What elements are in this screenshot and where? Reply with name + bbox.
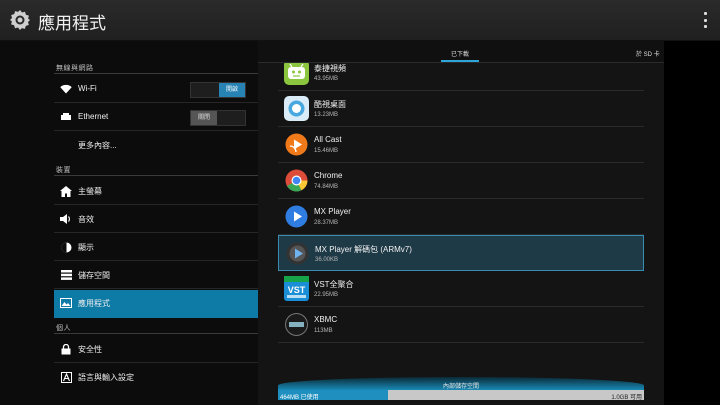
settings-gear-icon[interactable] [8,8,32,32]
sidebar-item-label: 應用程式 [78,299,110,308]
section-divider [54,333,258,334]
app-name: MX Player [314,207,351,216]
sidebar-item-more[interactable]: 更多內容... [54,132,258,159]
list-item[interactable]: XBMC 113MB [278,307,644,343]
lock-icon [60,343,72,355]
sidebar-item-ethernet[interactable]: Ethernet 關閉 [54,104,258,131]
sidebar-item-sound[interactable]: 音效 [54,206,258,233]
storage-icon [60,269,72,281]
app-name: All Cast [314,135,342,144]
tab-sd-card[interactable]: 於 SD 卡 [636,49,660,58]
list-item[interactable]: 酷視桌面 13.23MB [278,91,644,127]
wifi-toggle[interactable]: 開啟 [190,82,246,98]
sidebar-item-label: 安全性 [78,345,102,354]
storage-summary: 內部儲存空間 464MB 已使用 1.0GB 可用 [278,377,644,401]
settings-sidebar: 無線與網路 Wi-Fi 開啟 Ethernet 關閉 更多內容... 裝置 主螢… [0,41,258,405]
tab-strip: 已下載 於 SD 卡 [258,41,664,63]
app-name: 泰捷視頻 [314,64,346,73]
list-item[interactable]: 泰捷視頻 43.95MB [278,63,644,91]
sidebar-item-label: 語言與輸入設定 [78,373,134,382]
mx-player-icon [284,204,309,229]
chrome-icon [284,168,309,193]
mx-codec-icon [285,241,310,266]
sidebar-item-home[interactable]: 主螢幕 [54,178,258,205]
sidebar-item-wifi[interactable]: Wi-Fi 開啟 [54,76,258,103]
app-name: 酷視桌面 [314,100,346,109]
app-list[interactable]: 泰捷視頻 43.95MB 酷視桌面 13.23MB All Cast 15.46… [278,63,644,363]
section-divider [54,175,258,176]
action-bar: 應用程式 [0,0,720,41]
sidebar-item-label: Ethernet [78,112,109,121]
xbmc-icon [284,312,309,337]
app-size: 43.95MB [314,76,339,82]
sidebar-item-label: 音效 [78,215,94,224]
volume-icon [60,213,72,225]
allcast-icon [284,132,309,157]
sidebar-item-label: 顯示 [78,243,94,252]
app-size: 15.46MB [314,148,339,154]
list-item[interactable]: Chrome 74.84MB [278,163,644,199]
sidebar-item-label: Wi-Fi [78,84,97,93]
display-icon [60,241,72,253]
toggle-state: 關閉 [191,111,217,125]
app-name: XBMC [314,315,338,324]
sidebar-item-language[interactable]: 語言與輸入設定 [54,364,258,391]
sidebar-item-apps[interactable]: 應用程式 [54,290,258,318]
section-header-wireless: 無線與網路 [56,65,94,72]
app-name: VST全聚合 [314,280,354,289]
wifi-icon [60,83,72,95]
sidebar-item-label: 更多內容... [78,141,117,150]
list-item[interactable]: All Cast 15.46MB [278,127,644,163]
sidebar-item-label: 主螢幕 [78,187,102,196]
section-header-personal: 個人 [56,325,71,332]
svg-text:VST: VST [288,285,306,295]
tv-robot-icon [284,63,309,85]
app-name: MX Player 解碼包 (ARMv7) [315,245,412,254]
sidebar-item-storage[interactable]: 儲存空間 [54,262,258,289]
tab-downloaded[interactable]: 已下載 [451,49,469,58]
storage-free-label: 1.0GB 可用 [611,395,642,401]
app-size: 74.84MB [314,184,339,190]
sidebar-item-label: 儲存空間 [78,271,110,280]
ethernet-toggle[interactable]: 關閉 [190,110,246,126]
list-item-selected[interactable]: MX Player 解碼包 (ARMv7) 36.00KB [278,235,644,271]
page-title: 應用程式 [38,14,106,33]
apps-icon [60,297,72,309]
toggle-state: 開啟 [219,83,245,97]
app-name: Chrome [314,171,343,180]
section-header-device: 裝置 [56,167,71,174]
list-item[interactable]: VST VST全聚合 22.95MB [278,271,644,307]
storage-title: 內部儲存空間 [442,384,479,390]
app-size: 36.00KB [315,257,339,263]
launcher-icon [284,96,309,121]
app-size: 22.95MB [314,292,339,298]
apps-panel: 已下載 於 SD 卡 泰捷視頻 43.95MB 酷視桌面 13.23MB All… [258,41,664,405]
overflow-menu-icon[interactable] [702,12,708,28]
language-icon [60,371,72,383]
storage-used-label: 464MB 已使用 [280,395,319,401]
app-size: 113MB [314,328,333,334]
storage-bar: 464MB 已使用 1.0GB 可用 [278,390,644,401]
app-size: 28.37MB [314,220,339,226]
app-size: 13.23MB [314,112,339,118]
sidebar-item-display[interactable]: 顯示 [54,234,258,261]
home-icon [60,185,72,197]
section-divider [54,73,258,74]
list-item[interactable]: MX Player 28.37MB [278,199,644,235]
ethernet-icon [60,111,72,123]
vst-icon: VST [284,276,309,301]
sidebar-item-security[interactable]: 安全性 [54,336,258,363]
